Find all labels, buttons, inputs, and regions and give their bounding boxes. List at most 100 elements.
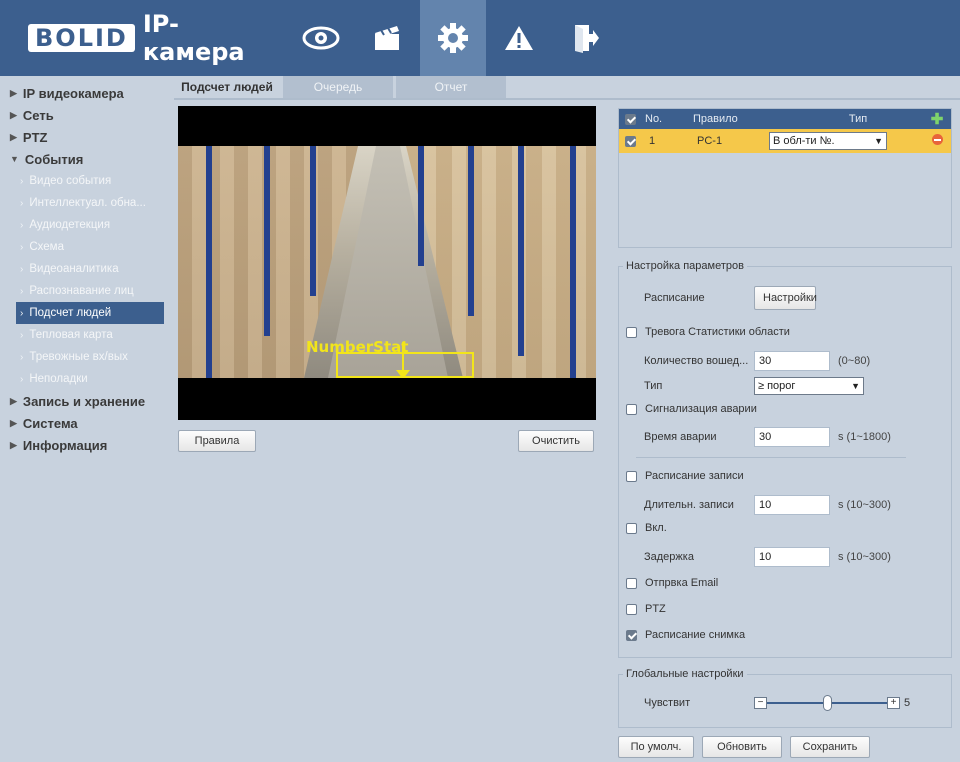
settings-button[interactable]: Настройки [754, 286, 817, 310]
global-legend: Глобальные настройки [626, 668, 744, 680]
sidebar-item-ptz[interactable]: ▶ PTZ [0, 126, 168, 148]
alarm-signal-checkbox[interactable] [626, 403, 637, 415]
select-all-checkbox[interactable] [625, 113, 636, 125]
sidebar-subitem-audio[interactable]: › Аудиодетекция [0, 214, 168, 236]
logout-icon[interactable] [552, 0, 618, 76]
record-duration-input[interactable]: 10 [754, 495, 830, 515]
chevron-right-icon: › [20, 219, 24, 231]
count-input[interactable]: 30 [754, 351, 830, 371]
row-checkbox[interactable] [625, 135, 636, 147]
main-panel: Подсчет людей Очередь Отчет NumberStat П… [168, 76, 960, 762]
add-rule-icon[interactable]: ✚ [923, 110, 951, 128]
sidebar-subitem-label: Видеоаналитика [29, 263, 119, 275]
tab-divider [174, 98, 960, 100]
sidebar-item-events[interactable]: ▼ События [0, 148, 168, 170]
tab-report[interactable]: Отчет [396, 76, 506, 98]
record-schedule-checkbox[interactable] [626, 470, 637, 482]
type-value: ≥ порог [758, 380, 796, 392]
direction-arrowhead [396, 370, 410, 378]
count-label: Количество вошед... [644, 355, 749, 367]
minus-icon[interactable]: − [754, 697, 767, 709]
scene-post [206, 146, 212, 378]
chevron-right-icon: › [20, 197, 24, 209]
sidebar-subitem-intelligent[interactable]: › Интеллектуал. обна... [0, 192, 168, 214]
tab-people-counting[interactable]: Подсчет людей [174, 76, 280, 98]
refresh-button[interactable]: Обновить [702, 736, 782, 758]
sensitivity-slider[interactable]: − + 5 [754, 695, 910, 711]
save-button[interactable]: Сохранить [790, 736, 870, 758]
sidebar-item-storage[interactable]: ▶ Запись и хранение [0, 390, 168, 412]
email-row: Отпрвка Email [626, 577, 718, 589]
divider [636, 457, 906, 458]
alarm-time-input[interactable]: 30 [754, 427, 830, 447]
rule-type-select[interactable]: В обл-ти №. ▼ [769, 132, 887, 150]
clear-button[interactable]: Очистить [518, 430, 594, 452]
sidebar-subitem-label: Подсчет людей [29, 307, 112, 319]
sidebar-subitem-label: Интеллектуал. обна... [29, 197, 146, 209]
type-row: Тип ≥ порог ▼ [644, 377, 864, 395]
area-alarm-row: Тревога Статистики области [626, 326, 790, 338]
chevron-right-icon: › [20, 263, 24, 275]
area-alarm-checkbox[interactable] [626, 326, 637, 338]
sidebar-subitem-faults[interactable]: › Неполадки [0, 368, 168, 390]
tab-bar: Подсчет людей Очередь Отчет [174, 76, 509, 98]
alarm-signal-label: Сигнализация аварии [645, 403, 757, 415]
ptz-checkbox[interactable] [626, 603, 637, 615]
sidebar-subitem-analytics[interactable]: › Видеоаналитика [0, 258, 168, 280]
expand-icon: ▶ [10, 439, 17, 450]
expand-icon: ▶ [10, 109, 17, 120]
record-schedule-row: Расписание записи [626, 470, 744, 482]
sensitivity-label: Чувствит [644, 697, 691, 709]
params-body: Расписание Настройки Тревога Статистики … [618, 260, 952, 658]
video-preview[interactable]: NumberStat [178, 106, 596, 420]
playback-icon[interactable] [354, 0, 420, 76]
chevron-right-icon: › [20, 307, 24, 319]
tab-queue[interactable]: Очередь [283, 76, 393, 98]
row-rule: PC-1 [697, 135, 723, 147]
plus-icon[interactable]: + [887, 697, 900, 709]
enable-checkbox[interactable] [626, 522, 637, 534]
sidebar-item-ip-camera[interactable]: ▶ IP видеокамера [0, 82, 168, 104]
delay-input[interactable]: 10 [754, 547, 830, 567]
type-select[interactable]: ≥ порог ▼ [754, 377, 864, 395]
table-row[interactable]: 1 PC-1 В обл-ти №. ▼ [619, 129, 951, 153]
camera-image: NumberStat [178, 146, 596, 378]
email-checkbox[interactable] [626, 577, 637, 589]
record-duration-label: Длительн. записи [644, 499, 734, 511]
alarm-icon[interactable] [486, 0, 552, 76]
slider-track[interactable] [767, 695, 887, 711]
chevron-right-icon: › [20, 241, 24, 253]
sidebar-subitem-alarm-io[interactable]: › Тревожные вх/вых [0, 346, 168, 368]
sidebar-item-info[interactable]: ▶ Информация [0, 434, 168, 456]
ptz-label: PTZ [645, 603, 666, 615]
scene-post [518, 146, 524, 356]
snapshot-checkbox[interactable] [626, 629, 637, 641]
type-label: Тип [644, 380, 663, 392]
slider-handle[interactable] [823, 695, 832, 711]
sidebar-subitem-label: Аудиодетекция [29, 219, 111, 231]
scene-post [418, 146, 424, 266]
sidebar-subitem-face-recognition[interactable]: › Распознавание лиц [0, 280, 168, 302]
sidebar-item-label: IP видеокамера [22, 85, 124, 101]
sidebar-item-network[interactable]: ▶ Сеть [0, 104, 168, 126]
rules-button[interactable]: Правила [178, 430, 256, 452]
col-type: Тип [848, 113, 868, 125]
settings-icon[interactable] [420, 0, 486, 76]
sidebar-subitem-people-counting[interactable]: › Подсчет людей [16, 302, 164, 324]
sidebar-subitem-heatmap[interactable]: › Тепловая карта [0, 324, 168, 346]
remove-rule-icon[interactable] [931, 134, 943, 145]
ptz-row: PTZ [626, 603, 666, 615]
col-no: No. [645, 113, 663, 125]
rule-table-header: No. Правило Тип ✚ [619, 109, 951, 129]
logo-word: BOLID [28, 24, 135, 52]
count-row: Количество вошед... 30 (0~80) [644, 351, 870, 371]
sidebar-subitem-video-events[interactable]: › Видео события [0, 170, 168, 192]
live-view-icon[interactable] [288, 0, 354, 76]
sidebar-item-label: Информация [22, 437, 108, 453]
default-button[interactable]: По умолч. [618, 736, 694, 758]
chevron-right-icon: › [20, 175, 24, 187]
sidebar-item-system[interactable]: ▶ Система [0, 412, 168, 434]
expand-icon: ▶ [10, 131, 17, 142]
sidebar-subitem-scheme[interactable]: › Схема [0, 236, 168, 258]
chevron-down-icon: ▼ [874, 136, 883, 146]
